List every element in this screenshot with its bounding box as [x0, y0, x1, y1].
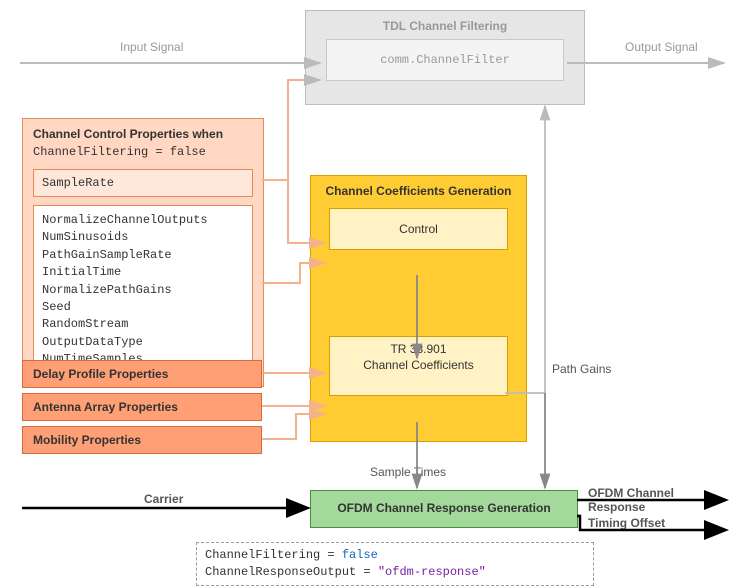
settings-code: ChannelFiltering = false ChannelResponse… — [196, 542, 594, 586]
ofdm-channel-response-module: OFDM Channel Response Generation — [310, 490, 578, 528]
tdl-inner: comm.ChannelFilter — [326, 39, 564, 81]
cc-prop-item: NormalizeChannelOutputs — [42, 212, 244, 229]
input-signal-label: Input Signal — [120, 40, 183, 54]
cc-subtitle: ChannelFiltering = false — [23, 145, 263, 165]
coeff-line1: TR 38.901 — [330, 341, 507, 357]
sample-times-label: Sample Times — [370, 465, 446, 479]
cc-title: Channel Control Properties when — [23, 119, 263, 145]
cc-prop-item: RandomStream — [42, 316, 244, 333]
tdl-title: TDL Channel Filtering — [306, 11, 584, 39]
delay-profile-properties: Delay Profile Properties — [22, 360, 262, 388]
cc-sample-rate: SampleRate — [33, 169, 253, 197]
code-key1: ChannelFiltering — [205, 548, 320, 562]
channel-control-panel: Channel Control Properties when ChannelF… — [22, 118, 264, 387]
cc-prop-item: OutputDataType — [42, 334, 244, 351]
antenna-array-properties: Antenna Array Properties — [22, 393, 262, 421]
output-signal-label: Output Signal — [625, 40, 698, 54]
path-gains-label: Path Gains — [552, 362, 611, 376]
carrier-label: Carrier — [144, 492, 183, 506]
code-val1: false — [342, 548, 378, 562]
tr38901-coeff-block: TR 38.901 Channel Coefficients — [329, 336, 508, 396]
cc-prop-item: Seed — [42, 299, 244, 316]
tdl-channel-filtering-module: TDL Channel Filtering comm.ChannelFilter — [305, 10, 585, 105]
cc-prop-item: NormalizePathGains — [42, 282, 244, 299]
gold-title: Channel Coefficients Generation — [311, 176, 526, 208]
control-block: Control — [329, 208, 508, 250]
cc-prop-item: NumSinusoids — [42, 229, 244, 246]
coeff-line2: Channel Coefficients — [330, 357, 507, 373]
code-key2: ChannelResponseOutput — [205, 565, 356, 579]
cc-prop-item: InitialTime — [42, 264, 244, 281]
mobility-properties: Mobility Properties — [22, 426, 262, 454]
cc-props-list: NormalizeChannelOutputsNumSinusoidsPathG… — [33, 205, 253, 376]
timing-offset-label: Timing Offset — [588, 516, 665, 530]
ofdm-response-label: OFDM Channel Response — [588, 486, 732, 514]
channel-coeff-generation-module: Channel Coefficients Generation Control … — [310, 175, 527, 442]
code-val2: "ofdm-response" — [378, 565, 486, 579]
cc-prop-item: PathGainSampleRate — [42, 247, 244, 264]
